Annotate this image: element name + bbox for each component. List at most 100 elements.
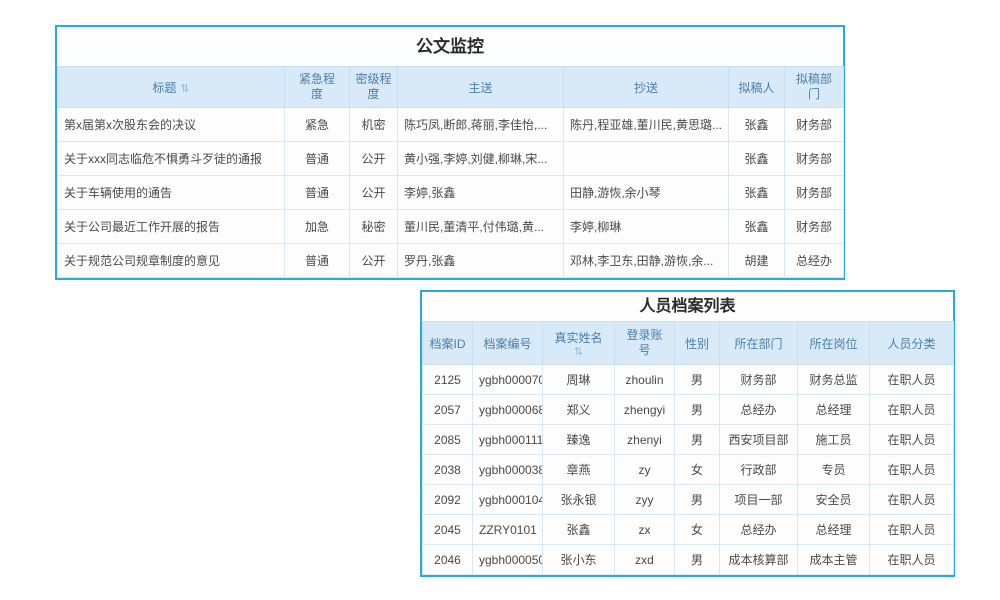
person-name-link[interactable]: 章燕	[543, 455, 615, 485]
dept-cell: 财务部	[785, 210, 844, 244]
sort-icon[interactable]: ⇅	[180, 83, 189, 95]
gender-cell: 男	[675, 395, 720, 425]
personnel-panel: 人员档案列表 档案ID 档案编号 真实姓名 ⇅ 登录账号 性别 所在部门 所在岗…	[420, 290, 955, 577]
post-cell: 安全员	[798, 485, 870, 515]
dept-cell: 总经办	[720, 515, 798, 545]
personnel-title: 人员档案列表	[422, 292, 953, 321]
account-cell: zhengyi	[615, 395, 675, 425]
page: 公文监控 标题⇅ 紧急程度 密级程度 主送 抄送 拟稿人 拟稿部门	[0, 0, 1000, 600]
per-col-header-account: 登录账号	[615, 322, 675, 365]
doc-title-link[interactable]: 关于公司最近工作开展的报告	[58, 210, 285, 244]
mainto-cell: 李婷,张鑫	[398, 176, 564, 210]
gender-cell: 女	[675, 455, 720, 485]
dept-cell: 财务部	[785, 108, 844, 142]
doc-header-row: 标题⇅ 紧急程度 密级程度 主送 抄送 拟稿人 拟稿部门	[58, 67, 844, 108]
drafter-cell: 胡建	[729, 244, 785, 278]
post-cell: 成本主管	[798, 545, 870, 575]
urgency-cell: 普通	[285, 244, 350, 278]
table-row: 2046 ygbh000050 张小东 zxd 男 成本核算部 成本主管 在职人…	[423, 545, 954, 575]
personnel-header-row: 档案ID 档案编号 真实姓名 ⇅ 登录账号 性别 所在部门 所在岗位 人员分类	[423, 322, 954, 365]
per-col-header-name-label: 真实姓名	[554, 331, 602, 345]
doc-title-link[interactable]: 关于规范公司规章制度的意见	[58, 244, 285, 278]
archive-code-cell: ygbh000070	[473, 365, 543, 395]
table-row: 2057 ygbh000068 郑义 zhengyi 男 总经办 总经理 在职人…	[423, 395, 954, 425]
archive-id-cell: 2046	[423, 545, 473, 575]
doc-col-header-cc: 抄送	[564, 67, 729, 108]
doc-col-header-secrecy: 密级程度	[350, 67, 398, 108]
dept-cell: 财务部	[720, 365, 798, 395]
table-row: 2125 ygbh000070 周琳 zhoulin 男 财务部 财务总监 在职…	[423, 365, 954, 395]
secrecy-cell: 公开	[350, 176, 398, 210]
drafter-cell: 张鑫	[729, 176, 785, 210]
cc-cell: 田静,游恢,余小琴	[564, 176, 729, 210]
archive-id-cell: 2057	[423, 395, 473, 425]
cc-cell: 邓林,李卫东,田静,游恢,余...	[564, 244, 729, 278]
person-name-link[interactable]: 周琳	[543, 365, 615, 395]
urgency-cell: 加急	[285, 210, 350, 244]
account-cell: zhenyi	[615, 425, 675, 455]
secrecy-cell: 公开	[350, 244, 398, 278]
archive-id-cell: 2125	[423, 365, 473, 395]
archive-code-cell: ygbh000068	[473, 395, 543, 425]
dept-cell: 成本核算部	[720, 545, 798, 575]
per-col-header-category: 人员分类	[870, 322, 954, 365]
mainto-cell: 黄小强,李婷,刘健,柳琳,宋...	[398, 142, 564, 176]
doc-title-link[interactable]: 第x届第x次股东会的决议	[58, 108, 285, 142]
archive-code-cell: ygbh000104	[473, 485, 543, 515]
table-row: 关于车辆使用的通告 普通 公开 李婷,张鑫 田静,游恢,余小琴 张鑫 财务部	[58, 176, 844, 210]
gender-cell: 男	[675, 365, 720, 395]
per-col-header-name[interactable]: 真实姓名 ⇅	[543, 322, 615, 365]
doc-title-link[interactable]: 关于xxx同志临危不惧勇斗歹徒的通报	[58, 142, 285, 176]
account-cell: zx	[615, 515, 675, 545]
archive-id-cell: 2085	[423, 425, 473, 455]
category-cell: 在职人员	[870, 455, 954, 485]
table-row: 关于xxx同志临危不惧勇斗歹徒的通报 普通 公开 黄小强,李婷,刘健,柳琳,宋.…	[58, 142, 844, 176]
post-cell: 总经理	[798, 395, 870, 425]
person-name-link[interactable]: 张鑫	[543, 515, 615, 545]
per-col-header-dept: 所在部门	[720, 322, 798, 365]
urgency-cell: 普通	[285, 142, 350, 176]
doc-title-link[interactable]: 关于车辆使用的通告	[58, 176, 285, 210]
category-cell: 在职人员	[870, 425, 954, 455]
doc-monitor-title: 公文监控	[57, 27, 843, 66]
gender-cell: 女	[675, 515, 720, 545]
category-cell: 在职人员	[870, 365, 954, 395]
table-row: 2045 ZZRY0101 张鑫 zx 女 总经办 总经理 在职人员	[423, 515, 954, 545]
mainto-cell: 董川民,董清平,付伟璐,黄...	[398, 210, 564, 244]
archive-code-cell: ygbh000050	[473, 545, 543, 575]
archive-code-cell: ygbh000111	[473, 425, 543, 455]
person-name-link[interactable]: 张小东	[543, 545, 615, 575]
category-cell: 在职人员	[870, 545, 954, 575]
category-cell: 在职人员	[870, 485, 954, 515]
person-name-link[interactable]: 郑义	[543, 395, 615, 425]
dept-cell: 财务部	[785, 176, 844, 210]
post-cell: 施工员	[798, 425, 870, 455]
person-name-link[interactable]: 臻逸	[543, 425, 615, 455]
post-cell: 财务总监	[798, 365, 870, 395]
doc-col-header-mainto: 主送	[398, 67, 564, 108]
urgency-cell: 普通	[285, 176, 350, 210]
archive-code-cell: ygbh000038	[473, 455, 543, 485]
person-name-link[interactable]: 张永银	[543, 485, 615, 515]
mainto-cell: 陈巧凤,断郎,蒋丽,李佳怡,...	[398, 108, 564, 142]
doc-col-header-urgency: 紧急程度	[285, 67, 350, 108]
secrecy-cell: 公开	[350, 142, 398, 176]
doc-col-header-dept: 拟稿部门	[785, 67, 844, 108]
drafter-cell: 张鑫	[729, 108, 785, 142]
doc-col-header-title[interactable]: 标题⇅	[58, 67, 285, 108]
account-cell: zxd	[615, 545, 675, 575]
post-cell: 专员	[798, 455, 870, 485]
post-cell: 总经理	[798, 515, 870, 545]
category-cell: 在职人员	[870, 515, 954, 545]
doc-col-header-drafter: 拟稿人	[729, 67, 785, 108]
account-cell: zy	[615, 455, 675, 485]
archive-id-cell: 2038	[423, 455, 473, 485]
cc-cell: 陈丹,程亚雄,董川民,黄思璐...	[564, 108, 729, 142]
cc-cell: 李婷,柳琳	[564, 210, 729, 244]
table-row: 2085 ygbh000111 臻逸 zhenyi 男 西安项目部 施工员 在职…	[423, 425, 954, 455]
table-row: 2038 ygbh000038 章燕 zy 女 行政部 专员 在职人员	[423, 455, 954, 485]
table-row: 2092 ygbh000104 张永银 zyy 男 项目一部 安全员 在职人员	[423, 485, 954, 515]
archive-id-cell: 2045	[423, 515, 473, 545]
dept-cell: 财务部	[785, 142, 844, 176]
sort-icon[interactable]: ⇅	[545, 347, 612, 357]
